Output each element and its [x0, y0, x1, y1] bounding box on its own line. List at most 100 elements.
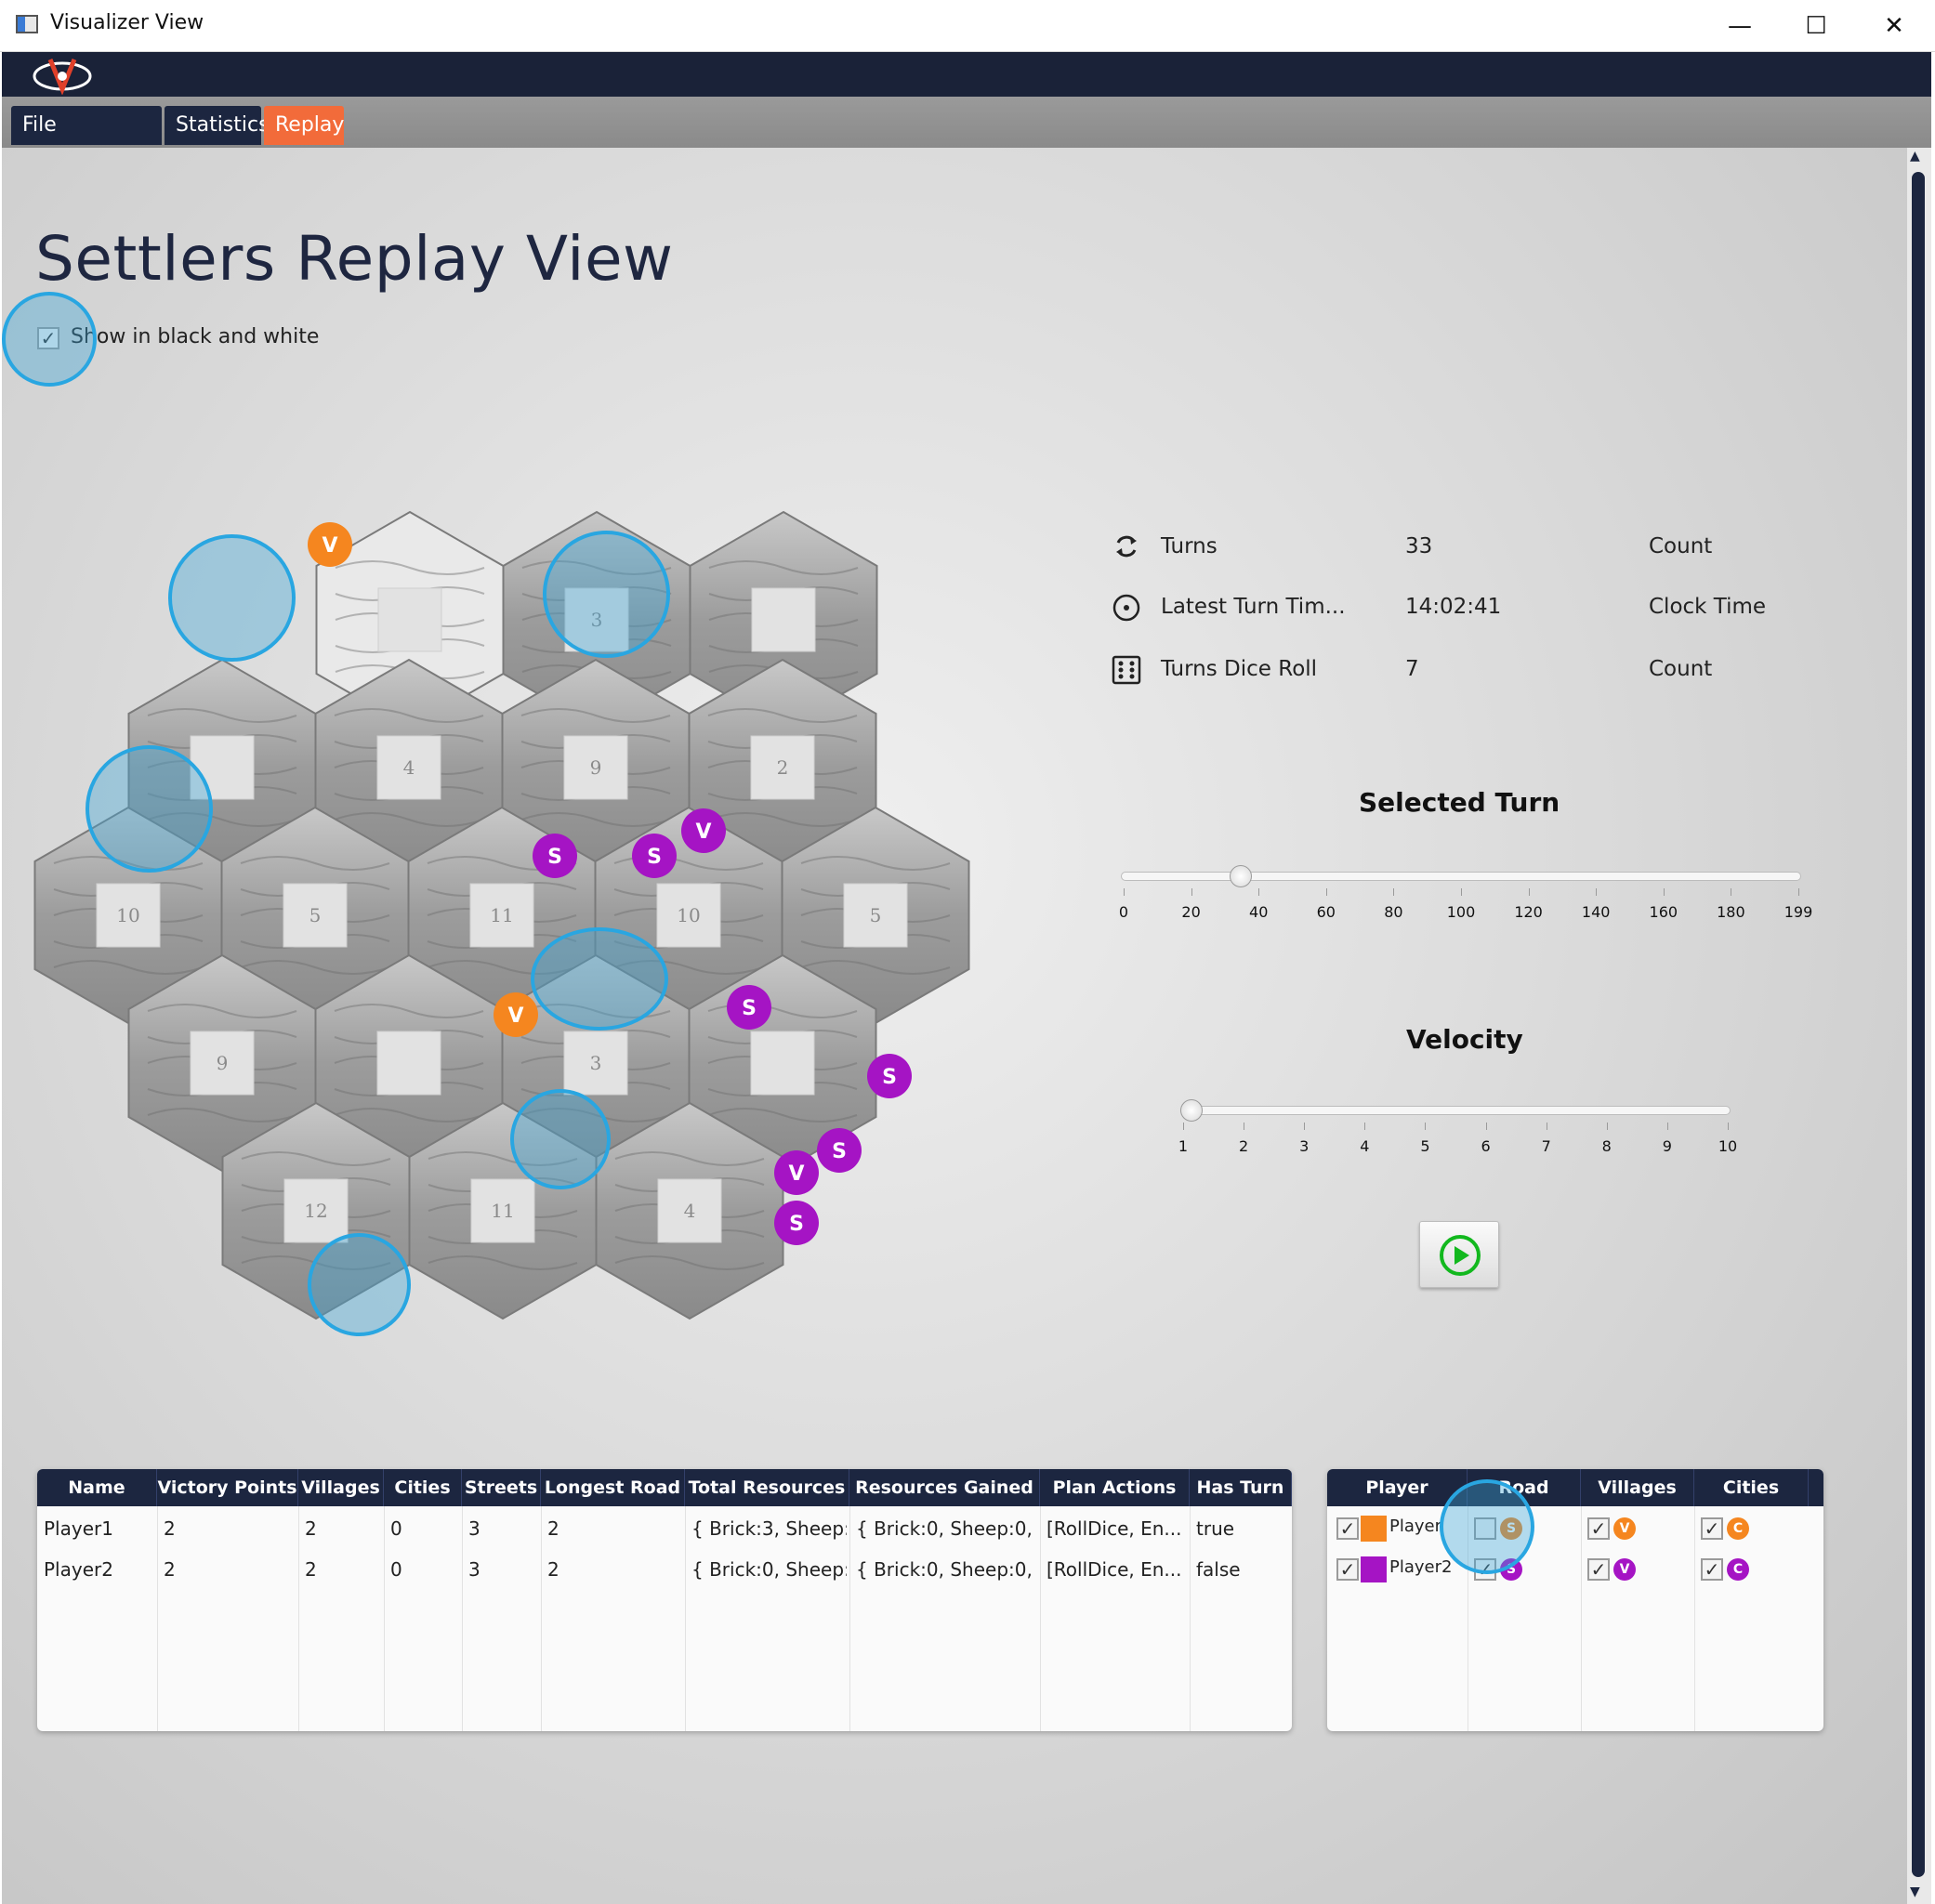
app-icon	[16, 15, 38, 33]
tile-number: 10	[116, 904, 139, 926]
player-name: Player2	[1389, 1557, 1453, 1577]
stat-unit: Clock Time	[1649, 595, 1767, 619]
table-cell[interactable]: { Brick:0, Sheep:0, ...	[856, 1517, 1037, 1540]
slider-tick-label: 3	[1299, 1137, 1310, 1155]
tile-number: 5	[309, 904, 322, 926]
table-cell[interactable]: 0	[390, 1558, 459, 1581]
table-cell[interactable]: 3	[468, 1558, 538, 1581]
column-header[interactable]: Name	[37, 1469, 157, 1506]
tile-number: 11	[490, 904, 513, 926]
scroll-down-arrow-icon[interactable]: ▼	[1910, 1884, 1920, 1899]
column-header[interactable]: Has Turn	[1190, 1469, 1292, 1506]
city-token-icon: C	[1727, 1517, 1749, 1540]
city-filter-checkbox[interactable]: ✓	[1701, 1517, 1723, 1540]
column-header[interactable]: Total Resources	[685, 1469, 849, 1506]
slider-thumb[interactable]	[1230, 865, 1253, 887]
table-cell[interactable]: 2	[547, 1517, 682, 1540]
piece-settlement[interactable]: S	[817, 1128, 862, 1173]
column-header[interactable]: Villages	[1581, 1469, 1694, 1506]
minimize-button[interactable]: —	[1714, 7, 1766, 45]
table-cell[interactable]: 2	[547, 1558, 682, 1581]
city-filter-checkbox[interactable]: ✓	[1701, 1558, 1723, 1581]
table-cell[interactable]: 2	[164, 1558, 296, 1581]
table-cell[interactable]: Player2	[44, 1558, 154, 1581]
scroll-up-arrow-icon[interactable]: ▲	[1910, 149, 1920, 164]
table-cell[interactable]: 0	[390, 1517, 459, 1540]
column-divider	[384, 1506, 385, 1731]
tab-file-overview[interactable]: File Overview	[11, 106, 162, 176]
slider-thumb[interactable]	[1180, 1099, 1203, 1122]
piece-village[interactable]: V	[681, 808, 726, 853]
stat-name: Turns Dice Roll	[1161, 657, 1318, 681]
slider-tick-label: 199	[1784, 903, 1813, 921]
piece-settlement[interactable]: S	[533, 834, 577, 878]
click-highlight	[543, 531, 670, 658]
table-cell[interactable]: Player1	[44, 1517, 154, 1540]
selected-turn-slider[interactable]: 0 20 40 60 80 100 120 140 160 180 199	[1119, 864, 1812, 929]
tab-replay[interactable]: Replay	[264, 106, 344, 145]
svg-text:S: S	[882, 1066, 897, 1089]
slider-tick-label: 2	[1239, 1137, 1249, 1155]
tile-number: 11	[491, 1200, 514, 1222]
table-cell[interactable]: 3	[468, 1517, 538, 1540]
stat-name: Turns	[1161, 534, 1218, 558]
slider-tick-label: 160	[1649, 903, 1678, 921]
slider-track[interactable]	[1121, 872, 1801, 881]
play-button[interactable]	[1419, 1221, 1499, 1288]
player-visible-checkbox[interactable]: ✓	[1336, 1558, 1359, 1581]
column-divider	[849, 1506, 850, 1731]
window-title-bar	[0, 0, 1935, 52]
column-header[interactable]: Streets	[462, 1469, 541, 1506]
column-header[interactable]: Victory Points	[157, 1469, 298, 1506]
piece-village[interactable]: V	[774, 1150, 819, 1195]
table-cell[interactable]: [RollDice, En...	[1046, 1517, 1187, 1540]
piece-settlement[interactable]: S	[632, 834, 677, 878]
velocity-slider[interactable]: 1 2 3 4 5 6 7 8 9 10	[1178, 1098, 1737, 1163]
tile-number: 2	[777, 756, 789, 779]
piece-settlement[interactable]: S	[774, 1201, 819, 1245]
column-header[interactable]: Cities	[1694, 1469, 1809, 1506]
column-header[interactable]: Plan Actions	[1040, 1469, 1190, 1506]
piece-settlement[interactable]: S	[727, 985, 771, 1030]
svg-text:S: S	[742, 997, 757, 1020]
slider-tick-label: 20	[1181, 903, 1201, 921]
table-cell[interactable]: 2	[305, 1517, 381, 1540]
table-cell[interactable]: { Brick:0, Sheep:0, ...	[856, 1558, 1037, 1581]
table-cell[interactable]: [RollDice, En...	[1046, 1558, 1187, 1581]
click-highlight	[2, 292, 97, 387]
player-visible-checkbox[interactable]: ✓	[1336, 1517, 1359, 1540]
column-header[interactable]: Longest Road	[541, 1469, 685, 1506]
table-cell[interactable]: 2	[305, 1558, 381, 1581]
slider-tick	[1596, 888, 1598, 896]
slider-tick	[1364, 1123, 1366, 1130]
table-cell[interactable]: false	[1196, 1558, 1289, 1581]
column-divider	[1694, 1506, 1695, 1731]
table-cell[interactable]: 2	[164, 1517, 296, 1540]
slider-tick-label: 100	[1446, 903, 1476, 921]
tile-number: 10	[677, 904, 700, 926]
piece-village[interactable]: V	[494, 992, 538, 1037]
slider-tick	[1183, 1123, 1184, 1130]
column-header[interactable]: Cities	[384, 1469, 462, 1506]
maximize-button[interactable]: ☐	[1790, 7, 1842, 45]
table-cell[interactable]: { Brick:0, Sheep:...	[691, 1558, 847, 1581]
tile-number: 9	[590, 756, 602, 779]
close-button[interactable]: ✕	[1868, 7, 1920, 45]
slider-track[interactable]	[1180, 1106, 1731, 1115]
piece-settlement[interactable]: S	[867, 1054, 912, 1098]
tab-statistics[interactable]: Statistics	[165, 106, 270, 145]
table-cell[interactable]: { Brick:3, Sheep:...	[691, 1517, 847, 1540]
column-header[interactable]: Resources Gained	[849, 1469, 1040, 1506]
slider-tick	[1528, 888, 1530, 896]
village-filter-checkbox[interactable]: ✓	[1587, 1517, 1610, 1540]
slider-tick	[1393, 888, 1395, 896]
column-header[interactable]: Villages	[298, 1469, 384, 1506]
piece-village[interactable]: V	[308, 522, 352, 567]
village-filter-checkbox[interactable]: ✓	[1587, 1558, 1610, 1581]
player-color-swatch	[1361, 1516, 1387, 1542]
table-cell[interactable]: true	[1196, 1517, 1289, 1540]
player-name: Player	[1389, 1517, 1442, 1536]
scroll-thumb[interactable]	[1912, 172, 1925, 1877]
players-table: Name Victory Points Villages Cities Streets L…	[37, 1469, 1292, 1731]
village-token-icon: V	[1613, 1558, 1636, 1581]
